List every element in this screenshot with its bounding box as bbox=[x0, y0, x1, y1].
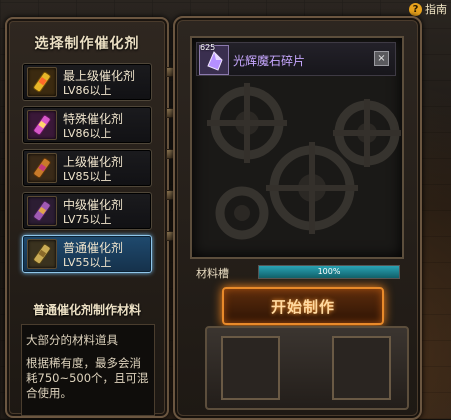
material-count: 625 bbox=[200, 43, 216, 52]
catalyst-item-intermediate[interactable]: 中级催化剂 LV75以上 bbox=[22, 192, 152, 230]
catalyst-level: LV85以上 bbox=[63, 170, 112, 183]
guide-label: 指南 bbox=[425, 3, 447, 16]
normal-catalyst-icon bbox=[27, 239, 57, 269]
guide-link[interactable]: ? 指南 bbox=[409, 1, 447, 17]
start-crafting-button[interactable]: 开始制作 bbox=[222, 287, 384, 325]
catalyst-item-special[interactable]: 特殊催化剂 LV86以上 bbox=[22, 106, 152, 144]
description-line: 根据稀有度，最多会消耗750~500个，且可混合使用。 bbox=[26, 356, 149, 400]
catalyst-list: 最上级催化剂 LV86以上 特殊催化剂 LV86以上 上级催化剂 LV85以上 … bbox=[22, 63, 152, 278]
catalyst-item-top[interactable]: 最上级催化剂 LV86以上 bbox=[22, 63, 152, 101]
catalyst-item-normal[interactable]: 普通催化剂 LV55以上 bbox=[22, 235, 152, 273]
intermediate-catalyst-icon bbox=[27, 196, 57, 226]
material-workspace: 625 光辉魔石碎片 × bbox=[190, 36, 404, 259]
machine-part bbox=[332, 336, 391, 400]
panel-title: 选择制作催化剂 bbox=[34, 36, 140, 52]
machine-part bbox=[221, 336, 280, 400]
description-box: 大部分的材料道具 根据稀有度，最多会消耗750~500个，且可混合使用。 bbox=[21, 324, 155, 416]
material-slot[interactable]: 625 光辉魔石碎片 × bbox=[196, 42, 396, 76]
materials-subtitle: 普通催化剂制作材料 bbox=[32, 303, 141, 317]
material-slot-label: 材料槽 bbox=[196, 267, 229, 280]
golden-catalyst-icon bbox=[27, 67, 57, 97]
material-name: 光辉魔石碎片 bbox=[233, 54, 306, 68]
progress-percent: 100% bbox=[317, 267, 341, 276]
catalyst-level: LV75以上 bbox=[63, 213, 112, 226]
crafting-machine bbox=[205, 326, 409, 410]
remove-material-button[interactable]: × bbox=[374, 51, 389, 66]
catalyst-select-panel: 选择制作催化剂 最上级催化剂 LV86以上 特殊催化剂 LV86以上 上级催化剂… bbox=[5, 17, 169, 418]
help-icon: ? bbox=[409, 2, 422, 16]
special-catalyst-icon bbox=[27, 110, 57, 140]
superior-catalyst-icon bbox=[27, 153, 57, 183]
catalyst-item-superior[interactable]: 上级催化剂 LV85以上 bbox=[22, 149, 152, 187]
catalyst-level: LV55以上 bbox=[63, 256, 112, 269]
description-line: 大部分的材料道具 bbox=[26, 333, 118, 347]
catalyst-level: LV86以上 bbox=[63, 84, 112, 97]
catalyst-level: LV86以上 bbox=[63, 127, 112, 140]
material-slot-progress: 100% bbox=[258, 265, 400, 279]
